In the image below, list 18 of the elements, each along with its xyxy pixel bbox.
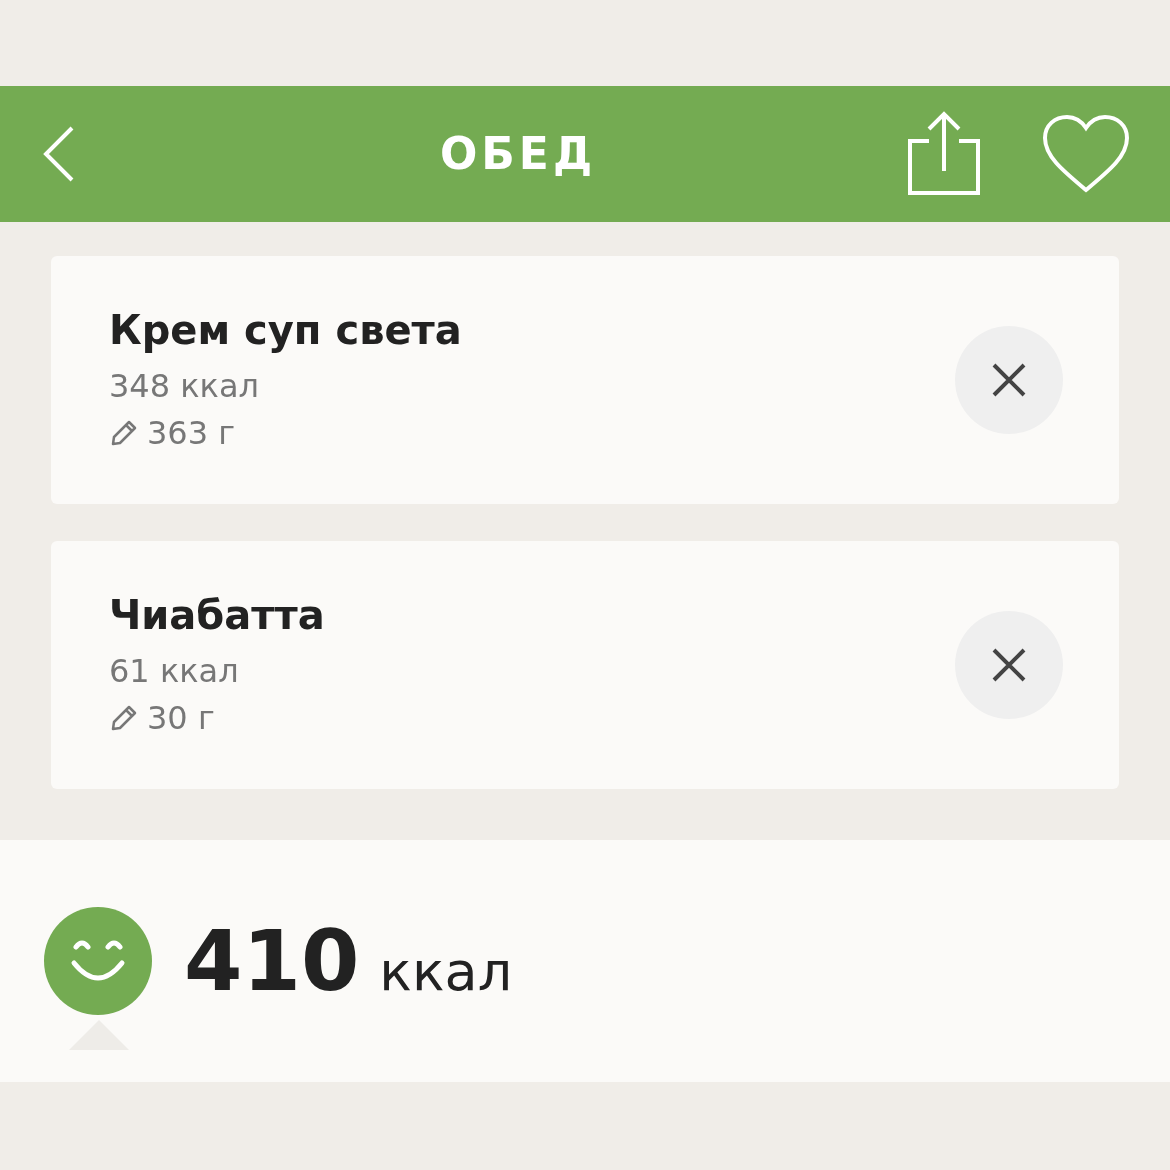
food-card[interactable]: Чиабатта 61 ккал 30 г [51,541,1119,789]
heart-icon [1042,114,1130,194]
food-weight[interactable]: 30 г [147,696,215,740]
share-icon [907,111,981,197]
header-title: ОБЕД [439,127,597,181]
food-name: Чиабатта [109,591,326,640]
food-card[interactable]: Крем суп света 348 ккал 363 г [51,256,1119,504]
total-calories: 410 ккал [184,911,513,1012]
food-calories: 348 ккал [109,366,260,407]
favorite-button[interactable] [1042,114,1130,194]
food-name: Крем суп света [109,306,463,355]
smiley-icon [44,907,152,1015]
close-icon [991,647,1027,683]
pencil-icon[interactable] [109,418,139,448]
food-weight[interactable]: 363 г [147,411,236,455]
food-calories: 61 ккал [109,651,240,692]
pencil-icon[interactable] [109,703,139,733]
close-icon [991,362,1027,398]
